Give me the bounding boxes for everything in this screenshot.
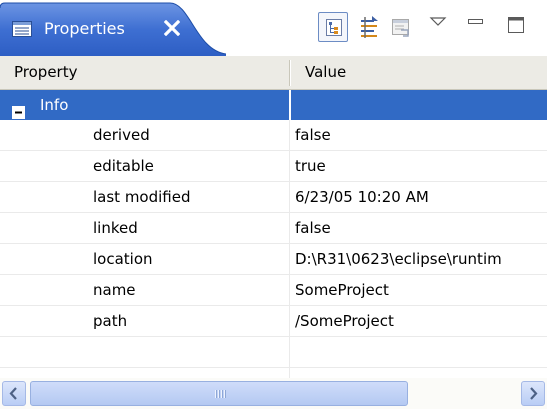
property-name: editable [93,157,154,175]
close-icon[interactable] [163,19,181,37]
property-value[interactable]: false [291,120,547,150]
property-value[interactable]: false [291,213,547,243]
table-header: Property Value [0,56,547,90]
property-value[interactable]: 6/23/05 10:20 AM [291,182,547,212]
collapse-icon[interactable] [12,99,25,119]
category-value-cell [291,90,547,120]
show-categories-button[interactable] [318,12,348,42]
show-advanced-properties-button[interactable] [354,12,384,42]
view-menu-button[interactable] [424,12,454,42]
table-row[interactable]: derived false [0,120,547,151]
minimize-button[interactable] [462,12,492,42]
category-label: Info [40,96,69,114]
table-row[interactable]: last modified 6/23/05 10:20 AM [0,182,547,213]
property-name: linked [93,219,138,237]
property-name: location [93,250,153,268]
chevron-down-icon [429,17,447,26]
property-name: name [93,281,136,299]
chevron-left-icon [9,387,17,400]
property-value[interactable]: true [291,151,547,181]
properties-table: Property Value Info derived false editab… [0,56,547,378]
column-header-value[interactable]: Value [291,56,547,89]
restore-default-icon [392,19,409,37]
category-cell: Info [0,90,290,120]
scrollbar-thumb[interactable] [30,381,408,406]
view-tab-bar: Properties [0,0,547,56]
advanced-properties-icon [361,16,378,38]
categories-icon [326,19,342,36]
minimize-icon [468,19,483,24]
property-name: derived [93,126,150,144]
scroll-left-button[interactable] [2,381,26,406]
maximize-icon [508,17,524,33]
table-row[interactable]: linked false [0,213,547,244]
horizontal-scrollbar[interactable] [0,378,547,409]
property-name: path [93,312,128,330]
category-row-info[interactable]: Info [0,90,547,120]
table-row[interactable]: name SomeProject [0,275,547,306]
property-value[interactable]: SomeProject [291,275,547,305]
empty-row [0,337,547,368]
property-value[interactable]: /SomeProject [291,306,547,336]
property-value[interactable]: D:\R31\0623\eclipse\runtim [291,244,547,274]
table-row[interactable]: editable true [0,151,547,182]
property-name: last modified [93,188,191,206]
table-row[interactable]: location D:\R31\0623\eclipse\runtim [0,244,547,275]
column-header-property[interactable]: Property [0,56,290,89]
grip-icon [215,390,226,398]
chevron-right-icon [530,387,538,400]
tab-title: Properties [44,19,125,38]
properties-tab[interactable]: Properties [0,0,226,56]
restore-default-value-button[interactable] [386,12,416,42]
empty-row [0,368,547,378]
maximize-button[interactable] [502,12,532,42]
scroll-right-button[interactable] [521,381,545,406]
table-row[interactable]: path /SomeProject [0,306,547,337]
properties-icon [12,21,32,37]
